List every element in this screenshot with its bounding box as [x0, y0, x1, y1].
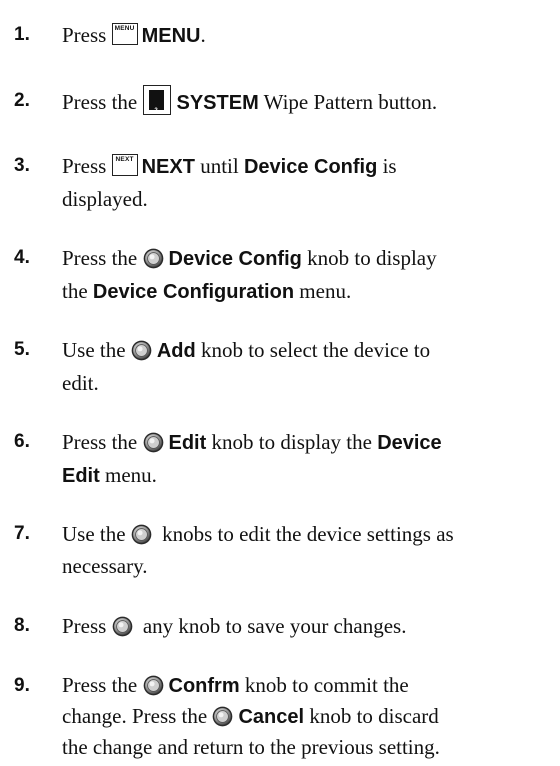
wipe-pattern-button-icon: 2	[142, 85, 171, 115]
step-number: 2.	[14, 90, 30, 111]
knob-icon	[143, 248, 164, 269]
ui-label-device-configuration: Device Configuration	[92, 281, 295, 303]
knob-icon	[112, 616, 133, 637]
menu-key-icon: MENU	[111, 23, 138, 45]
step-number: 4.	[14, 247, 30, 268]
ui-label-device-config: Device Config	[243, 156, 378, 178]
ui-label-confrm: Confrm	[168, 675, 240, 697]
ui-label-cancel: Cancel	[238, 706, 305, 728]
step-number: 8.	[14, 615, 30, 636]
step-text: Press the Confrm knob to commit the chan…	[62, 673, 440, 759]
ui-label-add: Add	[156, 340, 196, 362]
ui-label-edit: Edit	[168, 432, 207, 454]
step-text: Press any knob to save your changes.	[62, 614, 407, 638]
step-number: 5.	[14, 339, 30, 360]
step-text: Press the Edit knob to display the Devic…	[62, 430, 442, 487]
step-text: Press NEXT NEXT until Device Config is di…	[62, 154, 397, 211]
step-number: 3.	[14, 155, 30, 176]
ui-label-system: SYSTEM	[176, 92, 259, 114]
step-number: 9.	[14, 675, 30, 696]
step-text: Press MENU MENU.	[62, 23, 206, 47]
step-text: Use the Add knob to select the device to…	[62, 338, 431, 395]
ui-label-next: NEXT	[141, 156, 195, 178]
knob-icon	[131, 524, 152, 545]
knob-icon	[212, 706, 233, 727]
ui-label-device-config: Device Config	[168, 248, 302, 270]
knob-icon	[143, 675, 164, 696]
next-key-icon: NEXT	[111, 154, 138, 176]
step-text: Press the Device Config knob to display …	[62, 246, 437, 303]
ui-label-menu: MENU	[141, 25, 201, 47]
step-number: 7.	[14, 523, 30, 544]
ui-label-device: Device	[377, 432, 442, 454]
knob-icon	[131, 340, 152, 361]
step-text: Use the knobs to edit the device setting…	[62, 522, 454, 578]
step-number: 1.	[14, 24, 30, 45]
knob-icon	[143, 432, 164, 453]
ui-label-edit: Edit	[62, 465, 100, 487]
step-number: 6.	[14, 431, 30, 452]
step-text: Press the 2 SYSTEM Wipe Pattern button.	[62, 85, 554, 119]
